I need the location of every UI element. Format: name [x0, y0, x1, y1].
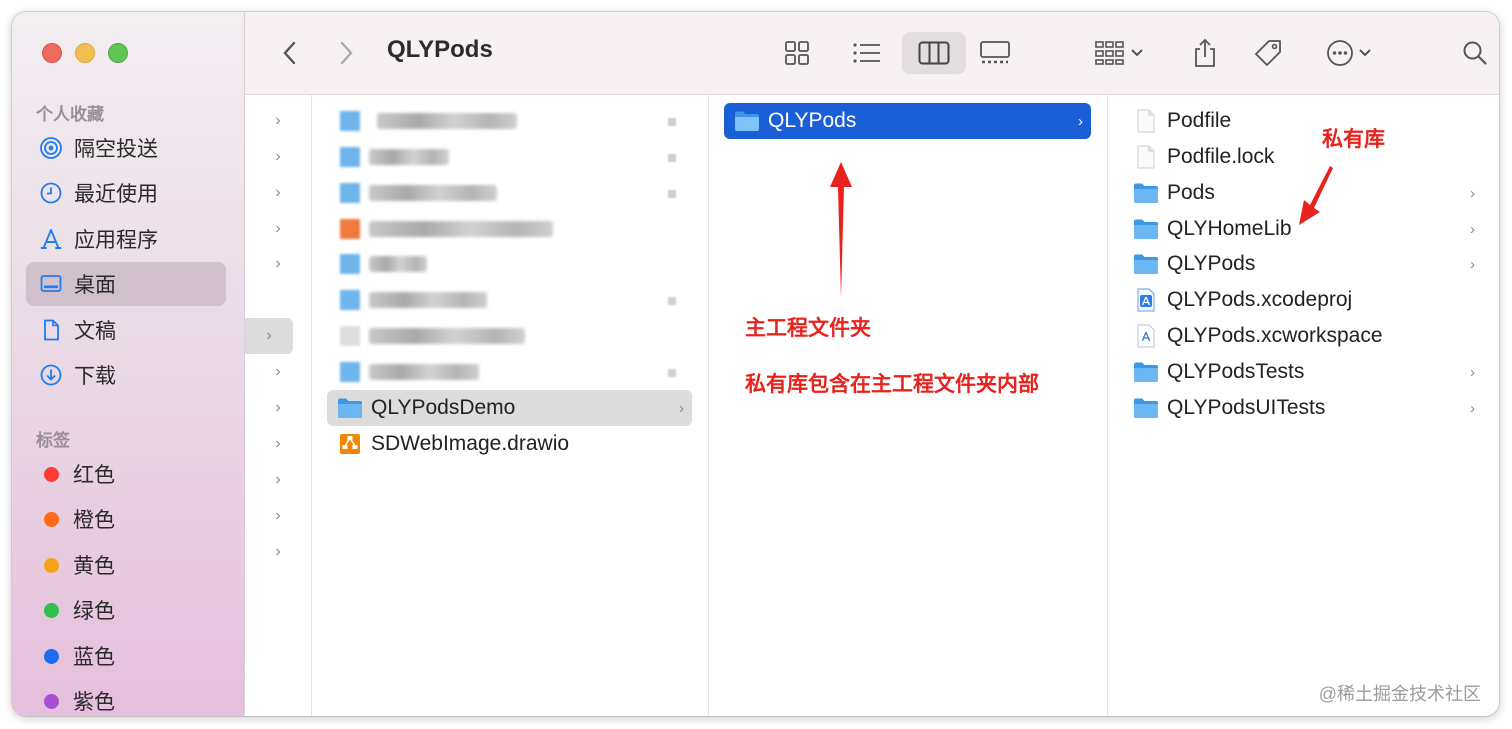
main-project-arrow-icon — [830, 162, 852, 298]
annotation-private-in-main: 私有库包含在主工程文件夹内部 — [745, 373, 1039, 396]
annotation-private-lib: 私有库 — [1322, 128, 1385, 151]
private-lib-arrow-icon — [1299, 166, 1333, 225]
annotation-main-project: 主工程文件夹 — [745, 317, 871, 340]
watermark: @稀土掘金技术社区 — [1318, 684, 1481, 704]
finder-window: 个人收藏 隔空投送 最近使用 应用程序 桌面 文稿 下载 标签 红色 橙色 黄色… — [12, 12, 1499, 716]
annotation-arrows — [830, 162, 1333, 298]
